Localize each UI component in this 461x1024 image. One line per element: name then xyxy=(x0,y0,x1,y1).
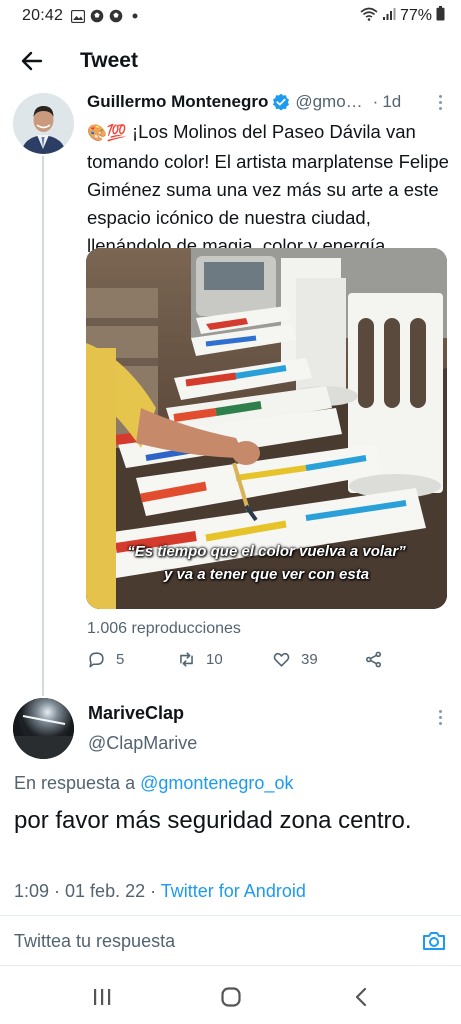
reply-body: por favor más seguridad zona centro. xyxy=(14,807,412,834)
status-time: 20:42 xyxy=(22,7,64,24)
back-button[interactable] xyxy=(2,36,62,86)
view-count: 1.006 reproducciones xyxy=(87,620,241,637)
status-bar: 20:42 77% xyxy=(0,0,461,32)
in-reply-mention-link[interactable]: @gmontenegro_ok xyxy=(140,773,293,793)
tweet-header: Guillermo Montenegro @gmo… · 1d xyxy=(87,90,447,114)
reply-author-name[interactable]: MariveClap xyxy=(88,703,184,724)
tweet-body: 🎨💯 ¡Los Molinos del Paseo Dávila van tom… xyxy=(87,118,453,260)
camera-icon xyxy=(423,932,445,950)
reply-source-link[interactable]: Twitter for Android xyxy=(161,881,306,901)
system-nav-bar xyxy=(0,968,461,1024)
battery-icon xyxy=(436,6,445,26)
soccer-ball-icon xyxy=(90,9,104,23)
battery-percent: 77% xyxy=(399,7,432,24)
reply-icon xyxy=(89,652,104,668)
chevron-left-icon xyxy=(355,987,367,1007)
reply-meta: 1:09 · 01 feb. 22 · Twitter for Android xyxy=(14,881,306,902)
thread-connector xyxy=(42,156,44,696)
tweet-video[interactable]: “Es tiempo que el color vuelva a volar” … xyxy=(86,248,447,609)
tweet-text: ¡Los Molinos del Paseo Dávila van tomand… xyxy=(87,121,449,256)
tweet-emojis: 🎨💯 xyxy=(87,125,127,142)
tweet-time: 1d xyxy=(382,92,402,111)
share-button[interactable] xyxy=(364,650,383,669)
signal-icon xyxy=(382,7,396,26)
notification-icons xyxy=(71,9,142,23)
home-button[interactable] xyxy=(216,982,246,1012)
author-handle: @gmo… xyxy=(295,92,363,111)
reply-composer-input[interactable]: Twittea tu respuesta xyxy=(14,931,175,952)
author-name[interactable]: Guillermo Montenegro xyxy=(87,92,268,112)
author-avatar[interactable] xyxy=(13,93,74,154)
retweet-count: 10 xyxy=(206,651,223,668)
home-icon xyxy=(221,987,241,1007)
verified-badge-icon xyxy=(272,93,290,111)
reply-more-options-icon[interactable] xyxy=(432,707,448,727)
reply-author-handle: @ClapMarive xyxy=(88,733,198,753)
page-title: Tweet xyxy=(80,49,138,72)
retweet-button[interactable]: 10 xyxy=(177,650,223,669)
camera-button[interactable] xyxy=(421,928,447,954)
back-nav-button[interactable] xyxy=(346,982,376,1012)
wifi-icon xyxy=(360,7,378,26)
status-right: 77% xyxy=(360,6,445,26)
app-header: Tweet xyxy=(0,36,461,86)
tweet-actions: 5 10 39 xyxy=(87,650,417,674)
composer-divider xyxy=(0,965,461,966)
reply-timestamp: 1:09 · 01 feb. 22 · xyxy=(14,881,157,901)
soccer-ball-icon xyxy=(109,9,123,23)
reply-button[interactable]: 5 xyxy=(87,650,124,669)
in-reply-to: En respuesta a @gmontenegro_ok xyxy=(14,773,293,794)
reply-author-avatar[interactable] xyxy=(13,698,74,759)
more-options-icon[interactable] xyxy=(432,92,448,112)
retweet-icon xyxy=(180,652,193,667)
like-button[interactable]: 39 xyxy=(272,650,318,669)
like-count: 39 xyxy=(301,651,318,668)
share-icon xyxy=(365,651,382,668)
heart-icon xyxy=(273,652,290,667)
video-caption-line1: “Es tiempo que el color vuelva a volar” xyxy=(127,543,406,560)
separator-dot: · xyxy=(372,92,379,111)
dot-icon xyxy=(128,9,142,23)
video-caption-line2: y va a tener que ver con esta xyxy=(163,566,370,583)
arrow-left-icon xyxy=(21,51,43,71)
gallery-icon xyxy=(71,9,86,23)
in-reply-prefix: En respuesta a xyxy=(14,773,136,793)
recent-apps-icon xyxy=(94,989,111,1005)
reply-count: 5 xyxy=(116,651,125,668)
recent-apps-button[interactable] xyxy=(87,982,117,1012)
divider xyxy=(0,915,461,916)
